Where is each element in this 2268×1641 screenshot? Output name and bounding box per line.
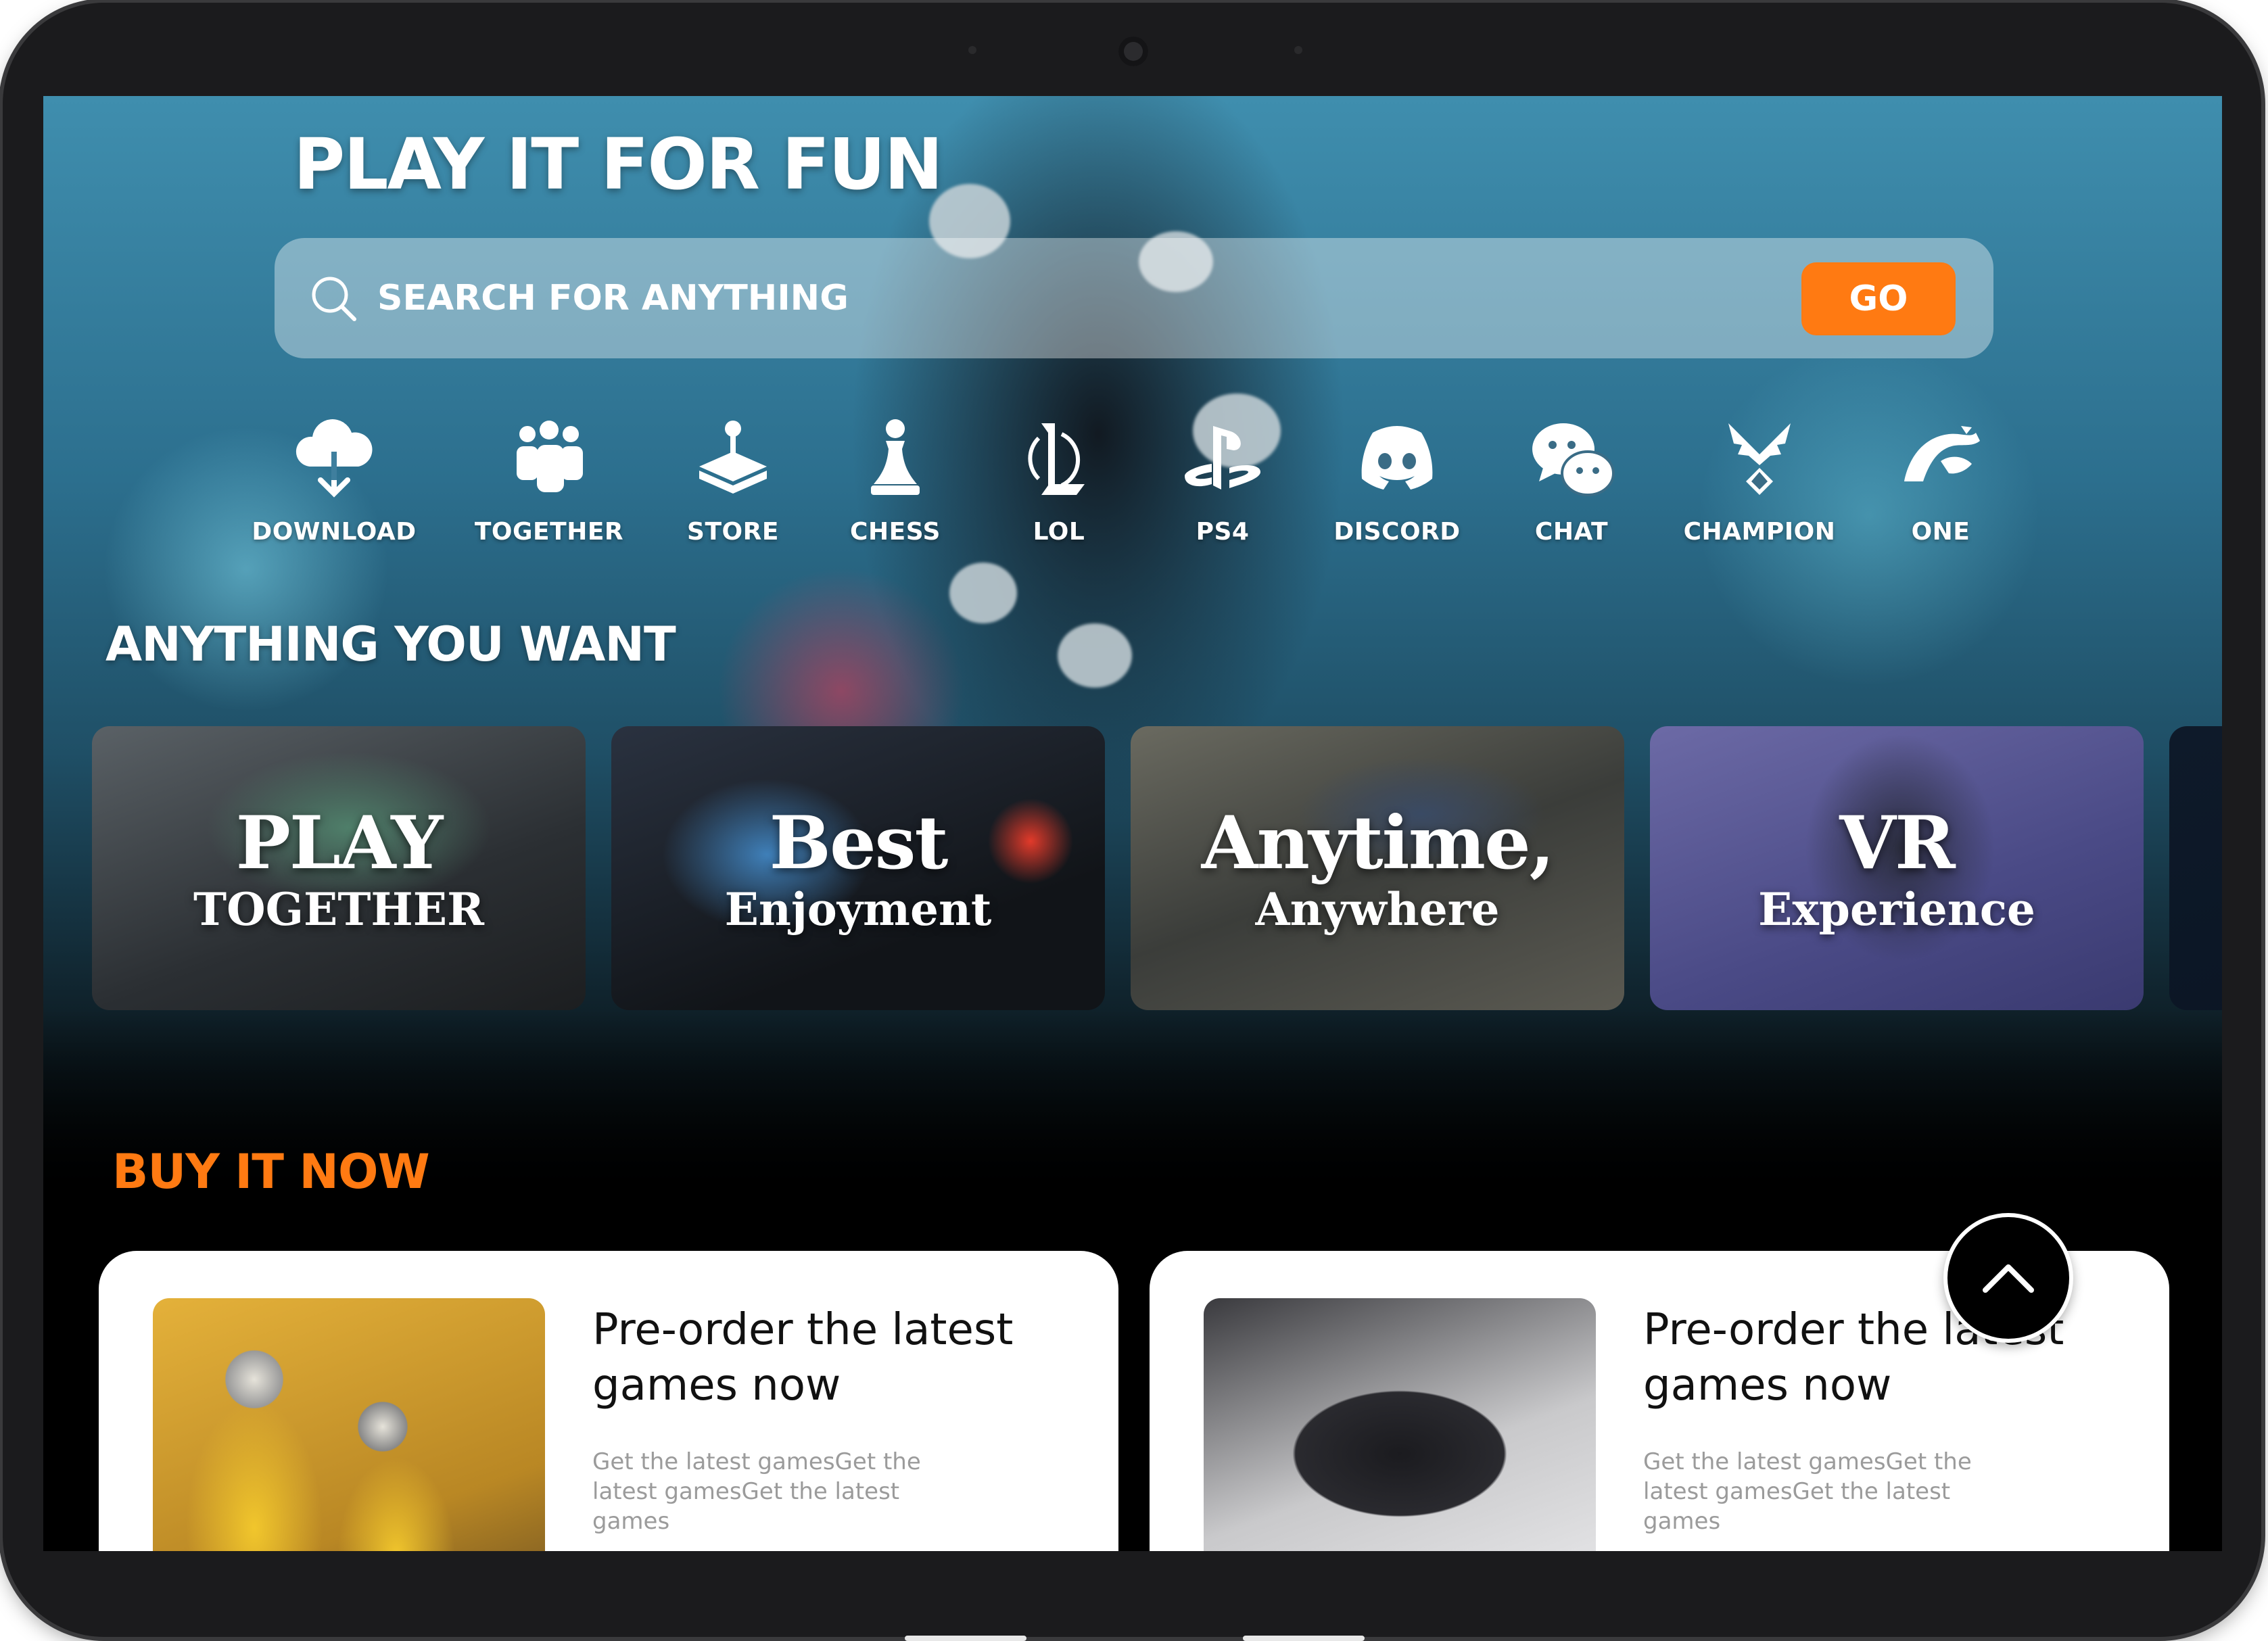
feature-carousel: PLAY TOGETHER Best Enjoyment Anytime, An…: [92, 726, 2222, 1010]
home-indicator: [1243, 1636, 1365, 1641]
product-card[interactable]: Pre-order the latest games now Get the l…: [99, 1251, 1118, 1551]
chevron-up-icon: [1983, 1264, 2034, 1293]
search-icon: [312, 277, 356, 321]
category-label: STORE: [687, 518, 779, 546]
card-title: PLAY: [235, 801, 444, 886]
product-title-line: games now: [1643, 1360, 1892, 1410]
category-label: CHAMPION: [1683, 518, 1836, 546]
search-bar: GO: [275, 238, 1993, 358]
tablet-frame: PLAY IT FOR FUN GO DOWNLOAD: [3, 3, 2261, 1637]
decor: [949, 563, 1017, 623]
category-discord[interactable]: DISCORD: [1309, 414, 1485, 546]
joystick-icon: [699, 421, 767, 494]
category-nav: DOWNLOAD TOGETHER STORE CHESS LOL PS4 DI…: [246, 414, 2072, 563]
discord-icon: [1361, 426, 1433, 490]
card-subtitle: Anywhere: [1255, 883, 1500, 936]
category-label: LOL: [1033, 518, 1085, 546]
category-label: DISCORD: [1333, 518, 1461, 546]
category-download[interactable]: DOWNLOAD: [246, 414, 422, 546]
playstation-icon: [1185, 426, 1260, 490]
category-chess[interactable]: CHESS: [807, 414, 983, 546]
card-title: VR: [1839, 801, 1956, 886]
category-label: PS4: [1196, 518, 1250, 546]
go-button[interactable]: GO: [1801, 262, 1956, 335]
card-subtitle: TOGETHER: [193, 883, 484, 936]
category-champion[interactable]: CHAMPION: [1672, 414, 1847, 546]
feature-card-play-together[interactable]: PLAY TOGETHER: [92, 726, 586, 1010]
feature-card-anytime-anywhere[interactable]: Anytime, Anywhere: [1131, 726, 1624, 1010]
chess-pawn-icon: [871, 419, 920, 495]
product-description: Get the latest gamesGet the latest games…: [592, 1448, 921, 1535]
camera: [1118, 37, 1148, 66]
sensor: [968, 46, 976, 54]
category-store[interactable]: STORE: [645, 414, 821, 546]
category-label: ONE: [1911, 518, 1970, 546]
category-together[interactable]: TOGETHER: [461, 414, 637, 546]
card-subtitle: Enjoyment: [724, 883, 992, 936]
category-one[interactable]: ONE: [1853, 414, 2029, 546]
lol-icon: [1028, 423, 1085, 495]
category-label: TOGETHER: [474, 518, 624, 546]
feature-card-vr-experience[interactable]: VR Experience: [1650, 726, 2144, 1010]
one-logo-icon: [1904, 426, 1980, 481]
product-title: Pre-order the latest games now: [592, 1302, 1066, 1413]
screen: PLAY IT FOR FUN GO DOWNLOAD: [43, 96, 2222, 1551]
decor: [1058, 623, 1132, 688]
product-image: [153, 1298, 545, 1551]
card-title: Best: [769, 801, 949, 886]
product-row: Pre-order the latest games now Get the l…: [43, 1251, 2222, 1551]
group-icon: [517, 421, 583, 492]
scroll-to-top-button[interactable]: [1943, 1213, 2073, 1343]
page-title: PLAY IT FOR FUN: [293, 123, 943, 206]
category-label: DOWNLOAD: [252, 518, 417, 546]
feature-card-next[interactable]: [2169, 726, 2222, 1010]
section-title-anything: ANYTHING YOU WANT: [105, 617, 676, 672]
chat-icon: [1532, 423, 1615, 496]
product-description: Get the latest gamesGet the latest games…: [1643, 1448, 1972, 1535]
section-title-buy: BUY IT NOW: [112, 1144, 430, 1199]
card-title: Anytime,: [1201, 801, 1555, 886]
category-ps4[interactable]: PS4: [1135, 414, 1310, 546]
cloud-download-icon: [296, 419, 373, 498]
category-label: CHESS: [850, 518, 941, 546]
feature-card-best-enjoyment[interactable]: Best Enjoyment: [611, 726, 1105, 1010]
product-title-line: Pre-order the latest: [592, 1305, 1014, 1355]
product-title-line: games now: [592, 1360, 841, 1410]
category-lol[interactable]: LOL: [971, 414, 1147, 546]
home-indicator: [905, 1636, 1026, 1641]
sensor: [1294, 46, 1302, 54]
wings-icon: [1728, 423, 1791, 495]
category-label: CHAT: [1534, 518, 1609, 546]
product-image: [1204, 1298, 1596, 1551]
category-chat[interactable]: CHAT: [1484, 414, 1659, 546]
card-subtitle: Experience: [1758, 883, 2035, 936]
card-image: [2169, 726, 2222, 1010]
search-input[interactable]: [376, 270, 1663, 326]
